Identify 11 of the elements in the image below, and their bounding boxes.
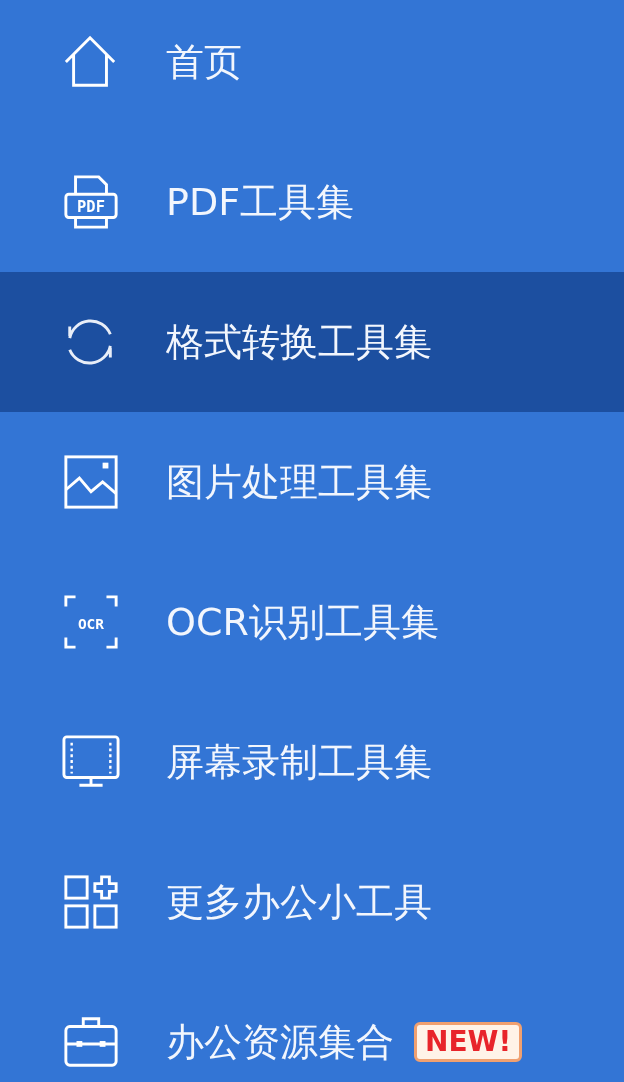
sidebar-item[interactable]: 格式转换工具集 (0, 272, 624, 412)
sidebar-item[interactable]: PDF PDF工具集 (0, 132, 624, 272)
image-icon (62, 453, 120, 511)
sidebar-item[interactable]: 办公资源集合 NEW! (0, 972, 624, 1082)
sidebar-item[interactable]: 首页 (0, 0, 624, 132)
new-badge: NEW! (414, 1021, 523, 1063)
apps-icon (62, 873, 120, 931)
sidebar-item[interactable]: OCR OCR识别工具集 (0, 552, 624, 692)
sidebar-item[interactable]: 屏幕录制工具集 (0, 692, 624, 832)
sidebar-item[interactable]: 更多办公小工具 (0, 832, 624, 972)
sidebar-item[interactable]: 图片处理工具集 (0, 412, 624, 552)
